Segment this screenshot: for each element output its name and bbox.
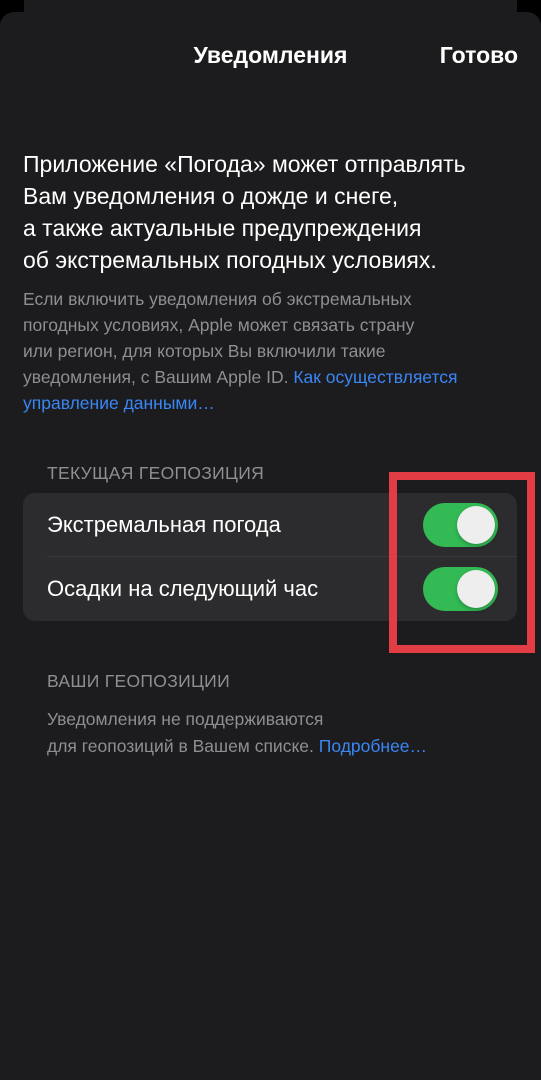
intro-text: Приложение «Погода» может отправлять Вам… <box>23 148 523 276</box>
your-locations-note: Уведомления не поддерживаются для геопоз… <box>47 706 527 760</box>
note-line-text: для геопозиций в Вашем списке. <box>47 736 314 756</box>
your-locations-header: ВАШИ ГЕОПОЗИЦИИ <box>47 671 230 691</box>
note-line: для геопозиций в Вашем списке. Подробнее… <box>47 733 527 760</box>
precipitation-next-hour-label: Осадки на следующий час <box>47 576 319 601</box>
intro-line: а также актуальные предупреждения <box>23 215 422 241</box>
intro-line: Приложение «Погода» может отправлять <box>23 151 466 177</box>
current-location-header: ТЕКУЩАЯ ГЕОПОЗИЦИЯ <box>47 463 265 483</box>
privacy-line-text: уведомления, с Вашим Apple ID. <box>23 367 289 387</box>
data-management-link[interactable]: Как осуществляется <box>293 367 457 387</box>
highlight-box <box>389 472 535 653</box>
privacy-line: или регион, для которых Вы включили таки… <box>23 341 386 361</box>
privacy-line: уведомления, с Вашим Apple ID. Как осуще… <box>23 364 523 390</box>
data-management-link-continued[interactable]: управление данными… <box>23 390 523 416</box>
done-button[interactable]: Готово <box>440 42 518 69</box>
privacy-line: погодных условиях, Apple может связать с… <box>23 315 415 335</box>
extreme-weather-label: Экстремальная погода <box>47 512 281 537</box>
learn-more-link[interactable]: Подробнее… <box>319 736 427 756</box>
privacy-note: Если включить уведомления об экстремальн… <box>23 286 523 416</box>
intro-line: Вам уведомления о дожде и снеге, <box>23 183 399 209</box>
privacy-line: Если включить уведомления об экстремальн… <box>23 289 412 309</box>
note-line: Уведомления не поддерживаются <box>47 709 324 729</box>
intro-line: об экстремальных погодных условиях. <box>23 247 437 273</box>
